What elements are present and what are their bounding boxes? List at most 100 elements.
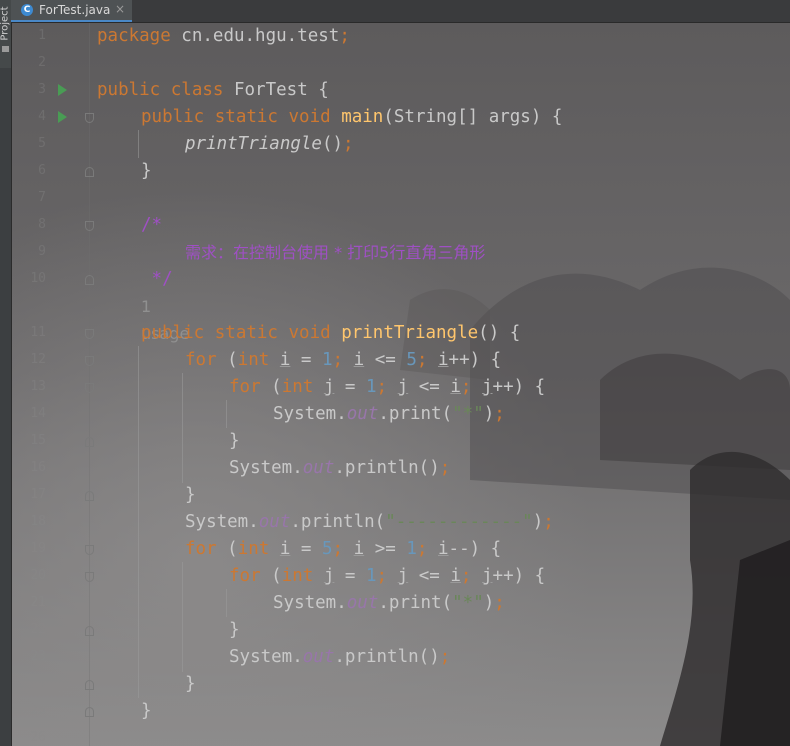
operator: = (334, 377, 366, 397)
code-rest: --) { (448, 539, 502, 559)
number: 5 (406, 350, 417, 370)
semicolon: ; (494, 593, 505, 613)
method-name: main (330, 107, 384, 127)
keyword: for (185, 539, 217, 559)
code-line: /* (141, 212, 162, 239)
variable: j (397, 377, 409, 397)
code-line: for (int i = 5; i >= 1; i--) { (185, 536, 501, 563)
paren: ) (483, 593, 495, 613)
code-line: 需求：在控制台使用 * 打印5行直角三角形 (185, 239, 485, 266)
tab-fortest-java[interactable]: C ForTest.java × (11, 0, 132, 22)
fold-end-icon[interactable] (85, 626, 94, 636)
indent-guide (182, 373, 183, 483)
fold-collapse-icon[interactable] (85, 113, 94, 123)
keyword: package (97, 26, 171, 46)
fold-collapse-icon[interactable] (85, 545, 94, 555)
fold-end-icon[interactable] (85, 707, 94, 717)
usage-hint[interactable]: 1 usage (141, 293, 189, 343)
field-ref: out (258, 512, 291, 532)
code-line: package cn.edu.hgu.test; (97, 23, 350, 50)
method-name: printTriangle (330, 323, 479, 343)
keyword: int (281, 566, 314, 586)
method-call: .println() (334, 647, 440, 667)
fold-end-icon[interactable] (85, 437, 94, 447)
line-number: 23 (30, 649, 46, 664)
run-main-icon[interactable] (58, 111, 67, 123)
variable: i (437, 539, 449, 559)
variable: i (450, 377, 461, 397)
code-line: printTriangle(); (185, 131, 354, 158)
line-number: 24 (30, 676, 46, 691)
paren: ( (216, 539, 238, 559)
operator: >= (364, 539, 407, 559)
fold-end-icon[interactable] (85, 491, 94, 501)
code-line: */ (141, 266, 173, 293)
method-call: .println( (290, 512, 386, 532)
number: 1 (322, 350, 333, 370)
brace: } (141, 161, 152, 181)
line-number: 5 (38, 136, 46, 151)
semicolon: ; (376, 566, 388, 586)
string-literal: "------------" (385, 512, 533, 532)
number: 1 (366, 566, 377, 586)
line-number: 20 (30, 568, 46, 583)
indent-guide (138, 346, 139, 698)
fold-end-icon[interactable] (85, 680, 94, 690)
keyword: int (237, 539, 270, 559)
close-icon[interactable]: × (115, 2, 125, 16)
semicolon: ; (376, 377, 388, 397)
java-class-icon: C (21, 4, 33, 16)
variable: j (323, 377, 335, 397)
line-number: 10 (30, 271, 46, 286)
semicolon: ; (439, 647, 451, 667)
fold-end-icon[interactable] (85, 167, 94, 177)
variable: i (279, 539, 291, 559)
brace: } (185, 674, 196, 694)
code-line: } (141, 158, 152, 185)
paren: ) (483, 404, 495, 424)
fold-collapse-icon[interactable] (85, 329, 94, 339)
operator: <= (408, 377, 451, 397)
brace: } (185, 485, 196, 505)
operator: = (334, 566, 366, 586)
fold-collapse-icon[interactable] (85, 572, 94, 582)
code-line: for (int j = 1; j <= i; j++) { (229, 563, 545, 590)
variable: i (353, 350, 365, 370)
project-tool-window-button[interactable]: Project (0, 0, 11, 68)
run-class-icon[interactable] (58, 84, 67, 96)
brace: } (229, 620, 240, 640)
keyword: int (237, 350, 270, 370)
line-number: 25 (30, 703, 46, 718)
semicolon: ; (460, 377, 472, 397)
variable: i (437, 350, 449, 370)
line-number: 22 (30, 622, 46, 637)
folder-icon (2, 46, 9, 52)
field-ref: out (302, 458, 335, 478)
code-line: for (int j = 1; j <= i; j++) { (229, 374, 545, 401)
code-line: } (229, 617, 240, 644)
fold-collapse-icon[interactable] (85, 356, 94, 366)
class-name: ForTest { (223, 80, 329, 100)
operator: <= (364, 350, 407, 370)
paren: ( (260, 566, 282, 586)
package-name: cn.edu.hgu.test (170, 26, 340, 46)
line-number: 9 (38, 244, 46, 259)
line-number: 3 (38, 82, 46, 97)
fold-collapse-icon[interactable] (85, 221, 94, 231)
semicolon: ; (494, 404, 505, 424)
code-rest: ++) { (448, 350, 502, 370)
fold-end-icon[interactable] (85, 275, 94, 285)
indent-guide (226, 589, 227, 617)
method-call: printTriangle (185, 134, 322, 154)
line-number: 12 (30, 352, 46, 367)
fold-collapse-icon[interactable] (85, 383, 94, 393)
keyword: public class (97, 80, 224, 100)
method-signature: (String[] args) { (383, 107, 563, 127)
code-line: for (int i = 1; i <= 5; i++) { (185, 347, 501, 374)
